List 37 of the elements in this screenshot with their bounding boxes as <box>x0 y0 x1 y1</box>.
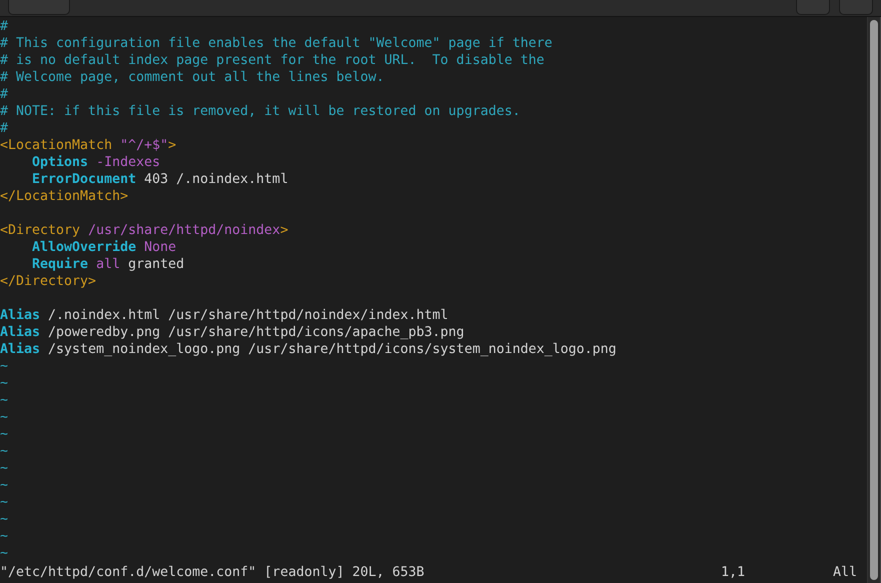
empty-line-marker: ~ <box>0 495 8 510</box>
code-line: <LocationMatch "^/+$"> <box>0 137 178 154</box>
empty-line-marker: ~ <box>0 478 8 493</box>
scroll-position: All <box>833 565 858 580</box>
code-line: </LocationMatch> <box>0 188 130 205</box>
code-line: </Directory> <box>0 273 98 290</box>
empty-line-marker: ~ <box>0 393 8 408</box>
empty-line-marker: ~ <box>0 546 8 561</box>
code-line: Alias /system_noindex_logo.png /usr/share/httpd/icons/system_noindex_logo.png <box>0 341 618 358</box>
code-line: # <box>0 86 10 103</box>
code-line: # NOTE: if this file is removed, it will be restored on upgrades. <box>0 103 522 120</box>
code-line: Require all granted <box>31 256 186 273</box>
code-line: # <box>0 18 10 35</box>
code-line: # is no default index page present for the root URL. To disable the <box>0 52 546 69</box>
empty-line-marker: ~ <box>0 359 8 374</box>
code-line: Alias /poweredby.png /usr/share/httpd/icons/apache_pb3.png <box>0 324 466 341</box>
code-line: # This configuration file enables the default "Welcome" page if there <box>0 35 554 52</box>
empty-line-marker: ~ <box>0 512 8 527</box>
empty-line-marker: ~ <box>0 444 8 459</box>
code-line: <Directory /usr/share/httpd/noindex> <box>0 222 290 239</box>
empty-line-marker: ~ <box>0 376 8 391</box>
scrollbar[interactable] <box>867 17 881 583</box>
code-line: Options -Indexes <box>31 154 162 171</box>
window-button[interactable] <box>796 0 830 15</box>
code-line: # <box>0 120 10 137</box>
code-line: # Welcome page, comment out all the lines below. <box>0 69 386 86</box>
cursor-position: 1,1 <box>721 565 746 580</box>
code-line: ErrorDocument 403 /.noindex.html <box>31 171 290 188</box>
empty-line-marker: ~ <box>0 427 8 442</box>
empty-line-marker: ~ <box>0 410 8 425</box>
window-button[interactable] <box>839 0 873 15</box>
empty-line-marker: ~ <box>0 529 8 544</box>
window-button[interactable] <box>8 0 70 15</box>
status-message: "/etc/httpd/conf.d/welcome.conf" [readonly] 20L, 653B <box>0 565 424 580</box>
empty-line-marker: ~ <box>0 461 8 476</box>
code-line: AllowOverride None <box>31 239 178 256</box>
code-line: Alias /.noindex.html /usr/share/httpd/noindex/index.html <box>0 307 450 324</box>
